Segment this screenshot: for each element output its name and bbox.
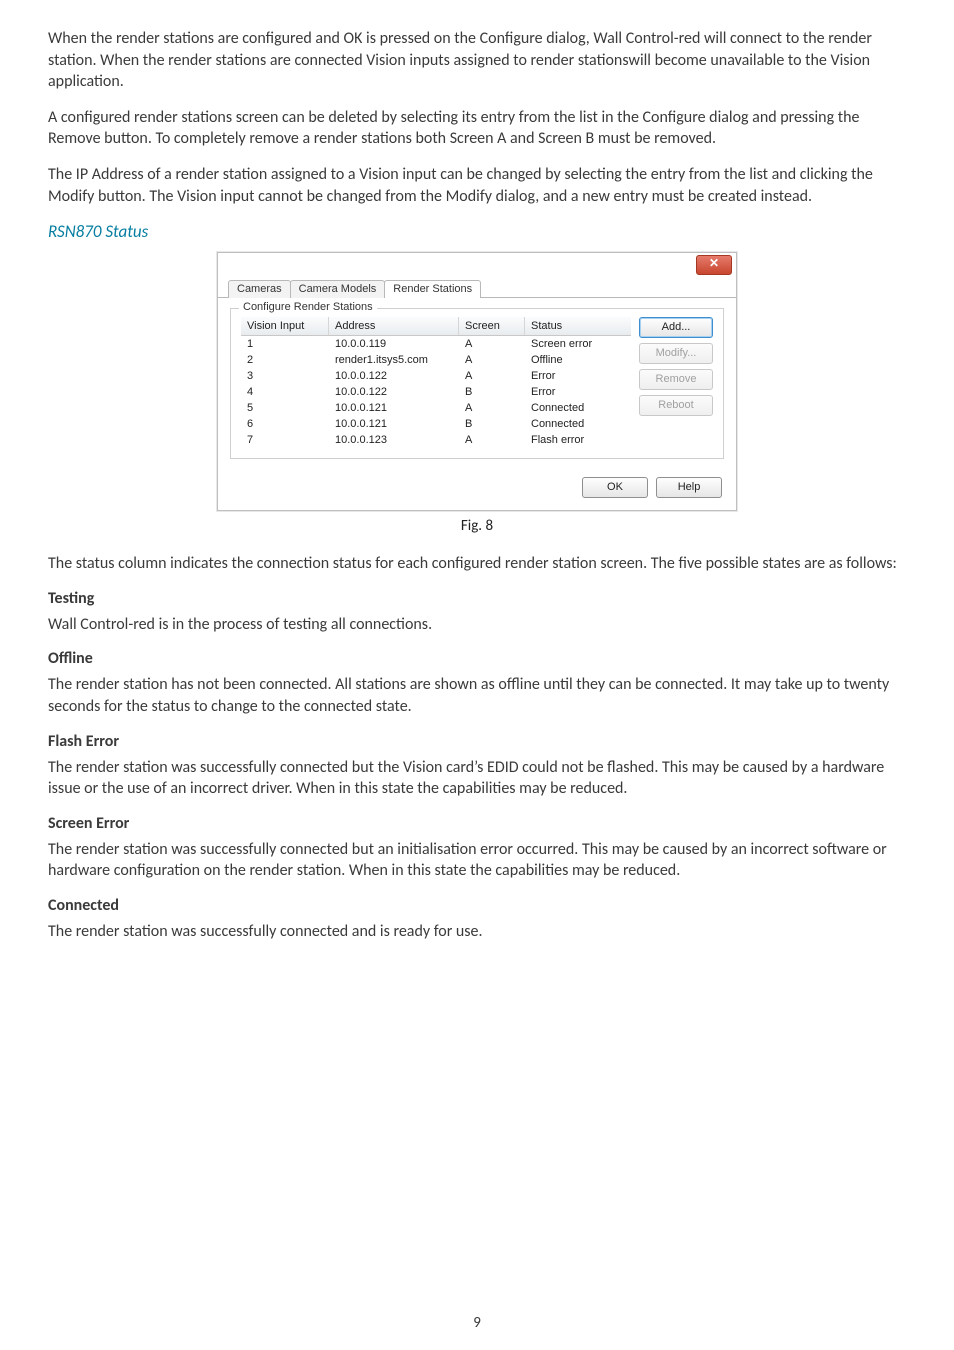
cell-address: 10.0.0.119	[329, 336, 459, 352]
paragraph: The render station was successfully conn…	[48, 921, 906, 943]
cell-vision: 2	[241, 352, 329, 368]
heading-flash-error: Flash Error	[48, 732, 906, 751]
cell-status: Offline	[525, 352, 631, 368]
tab-strip: Cameras Camera Models Render Stations	[218, 275, 736, 298]
col-header-address[interactable]: Address	[329, 317, 459, 335]
remove-button[interactable]: Remove	[639, 369, 713, 390]
tab-camera-models[interactable]: Camera Models	[290, 280, 386, 298]
cell-vision: 4	[241, 384, 329, 400]
paragraph: The render station has not been connecte…	[48, 674, 906, 717]
cell-screen: A	[459, 352, 525, 368]
table-row[interactable]: 6 10.0.0.121 B Connected	[241, 416, 631, 432]
cell-status: Connected	[525, 400, 631, 416]
cell-vision: 6	[241, 416, 329, 432]
render-stations-dialog: ✕ Cameras Camera Models Render Stations …	[217, 252, 737, 511]
help-button[interactable]: Help	[656, 477, 722, 498]
table-header-row: Vision Input Address Screen Status	[241, 317, 631, 336]
close-icon[interactable]: ✕	[696, 255, 732, 275]
cell-address: 10.0.0.121	[329, 416, 459, 432]
group-label: Configure Render Stations	[239, 301, 377, 313]
reboot-button[interactable]: Reboot	[639, 395, 713, 416]
col-header-vision[interactable]: Vision Input	[241, 317, 329, 335]
cell-address: 10.0.0.122	[329, 368, 459, 384]
paragraph: The render station was successfully conn…	[48, 839, 906, 882]
cell-screen: A	[459, 400, 525, 416]
add-button[interactable]: Add...	[639, 317, 713, 338]
dialog-titlebar: ✕	[218, 253, 736, 275]
col-header-screen[interactable]: Screen	[459, 317, 525, 335]
render-stations-table[interactable]: Vision Input Address Screen Status 1 10.…	[241, 317, 631, 448]
table-row[interactable]: 1 10.0.0.119 A Screen error	[241, 336, 631, 352]
cell-status: Error	[525, 384, 631, 400]
cell-screen: B	[459, 416, 525, 432]
table-row[interactable]: 7 10.0.0.123 A Flash error	[241, 432, 631, 448]
heading-testing: Testing	[48, 589, 906, 608]
section-heading-rsn870-status: RSN870 Status	[48, 221, 906, 242]
figure-caption: Fig. 8	[48, 517, 906, 535]
table-row[interactable]: 2 render1.itsys5.com A Offline	[241, 352, 631, 368]
cell-address: 10.0.0.123	[329, 432, 459, 448]
page-number: 9	[0, 1314, 954, 1332]
cell-status: Screen error	[525, 336, 631, 352]
heading-offline: Offline	[48, 649, 906, 668]
table-row[interactable]: 5 10.0.0.121 A Connected	[241, 400, 631, 416]
col-header-status[interactable]: Status	[525, 317, 631, 335]
cell-status: Error	[525, 368, 631, 384]
side-button-column: Add... Modify... Remove Reboot	[639, 317, 713, 448]
configure-render-stations-group: Configure Render Stations Vision Input A…	[230, 308, 724, 459]
cell-screen: B	[459, 384, 525, 400]
cell-status: Connected	[525, 416, 631, 432]
cell-screen: A	[459, 432, 525, 448]
paragraph: When the render stations are configured …	[48, 28, 906, 93]
heading-connected: Connected	[48, 896, 906, 915]
cell-screen: A	[459, 368, 525, 384]
modify-button[interactable]: Modify...	[639, 343, 713, 364]
ok-button[interactable]: OK	[582, 477, 648, 498]
tab-cameras[interactable]: Cameras	[228, 280, 291, 298]
cell-vision: 7	[241, 432, 329, 448]
dialog-footer: OK Help	[218, 473, 736, 510]
cell-address: 10.0.0.122	[329, 384, 459, 400]
paragraph: A configured render stations screen can …	[48, 107, 906, 150]
table-row[interactable]: 3 10.0.0.122 A Error	[241, 368, 631, 384]
cell-vision: 3	[241, 368, 329, 384]
paragraph: The status column indicates the connecti…	[48, 553, 906, 575]
cell-address: 10.0.0.121	[329, 400, 459, 416]
cell-screen: A	[459, 336, 525, 352]
paragraph: The render station was successfully conn…	[48, 757, 906, 800]
cell-vision: 5	[241, 400, 329, 416]
paragraph: The IP Address of a render station assig…	[48, 164, 906, 207]
paragraph: Wall Control-red is in the process of te…	[48, 614, 906, 636]
cell-vision: 1	[241, 336, 329, 352]
cell-address: render1.itsys5.com	[329, 352, 459, 368]
heading-screen-error: Screen Error	[48, 814, 906, 833]
tab-render-stations[interactable]: Render Stations	[384, 280, 481, 298]
table-row[interactable]: 4 10.0.0.122 B Error	[241, 384, 631, 400]
cell-status: Flash error	[525, 432, 631, 448]
